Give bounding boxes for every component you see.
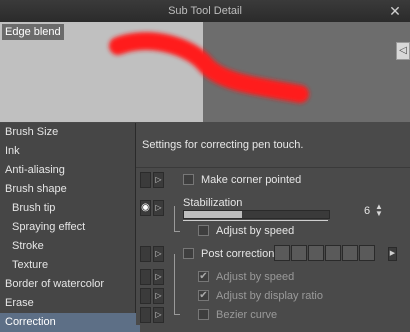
- expand-toggle[interactable]: ▷: [153, 307, 164, 323]
- row-adjust-by-speed: Adjust by speed: [136, 222, 410, 241]
- sidebar-item-brush-tip[interactable]: Brush tip: [0, 199, 147, 218]
- stabilization-label: Stabilization: [183, 197, 243, 209]
- adjust-by-display-ratio-label: Adjust by display ratio: [216, 290, 323, 302]
- row-adjust-by-display-ratio: ▷ ✔ Adjust by display ratio: [136, 287, 410, 306]
- adjust-by-speed-checkbox[interactable]: [198, 225, 209, 236]
- slider-fill: [184, 211, 242, 218]
- adjust-by-display-ratio-checkbox[interactable]: ✔: [198, 290, 209, 301]
- sidebar-item-border-of-watercolor[interactable]: Border of watercolor: [0, 275, 140, 294]
- sidebar-item-label: Ink: [5, 145, 20, 157]
- divider: [136, 167, 410, 168]
- chevron-right-icon[interactable]: ▶: [388, 247, 397, 261]
- expand-toggle[interactable]: ▷: [153, 269, 164, 285]
- sidebar-item-spraying-effect[interactable]: Spraying effect: [0, 218, 147, 237]
- settings-panel: Settings for correcting pen touch. ▷ Mak…: [136, 123, 410, 325]
- sidebar-item-stroke[interactable]: Stroke: [0, 237, 147, 256]
- visibility-toggle[interactable]: [140, 246, 151, 262]
- spin-stepper-icon[interactable]: ▲ ▼: [374, 203, 384, 219]
- row-bezier-curve: ▷ Bezier curve: [136, 306, 410, 325]
- post-correction-checkbox[interactable]: [183, 248, 194, 259]
- sidebar-item-label: Stroke: [12, 240, 44, 252]
- expand-toggle[interactable]: ▷: [153, 172, 164, 188]
- window-titlebar: Sub Tool Detail ✕: [0, 0, 410, 23]
- visibility-toggle[interactable]: [140, 288, 151, 304]
- post-correction-slot[interactable]: [308, 245, 324, 261]
- expand-toggle[interactable]: ▷: [153, 200, 164, 216]
- post-correction-label: Post correction: [201, 248, 275, 260]
- close-icon[interactable]: ✕: [386, 3, 404, 19]
- sidebar-item-label: Brush shape: [5, 183, 67, 195]
- row-adjust-by-speed-2: ▷ ✔ Adjust by speed: [136, 268, 410, 287]
- category-sidebar: Brush Size Ink Anti-aliasing Brush shape…: [0, 123, 140, 332]
- sidebar-item-label: Brush Size: [5, 126, 59, 138]
- visibility-toggle[interactable]: [140, 307, 151, 323]
- sidebar-item-label: Spraying effect: [12, 221, 86, 233]
- sidebar-item-brush-size[interactable]: Brush Size: [0, 123, 140, 142]
- make-corner-pointed-checkbox[interactable]: [183, 174, 194, 185]
- sidebar-item-label: Texture: [12, 259, 49, 271]
- bezier-curve-checkbox[interactable]: [198, 309, 209, 320]
- adjust-by-speed-2-label: Adjust by speed: [216, 271, 295, 283]
- sidebar-item-correction[interactable]: Correction: [0, 313, 140, 332]
- sidebar-item-texture[interactable]: Texture: [0, 256, 147, 275]
- post-correction-slot[interactable]: [274, 245, 290, 261]
- sidebar-item-label: Brush tip: [12, 202, 56, 214]
- post-correction-slot[interactable]: [291, 245, 307, 261]
- adjust-by-speed-2-checkbox[interactable]: ✔: [198, 271, 209, 282]
- visibility-toggle[interactable]: [140, 269, 151, 285]
- sidebar-item-anti-aliasing[interactable]: Anti-aliasing: [0, 161, 140, 180]
- row-make-corner-pointed: ▷ Make corner pointed: [136, 171, 410, 190]
- sidebar-item-label: Border of watercolor: [5, 278, 105, 290]
- sidebar-item-label: Erase: [5, 297, 34, 309]
- preview-toggle-button[interactable]: ◁: [396, 42, 410, 60]
- eye-icon[interactable]: ◉: [140, 200, 151, 216]
- post-correction-slot[interactable]: [359, 245, 375, 261]
- expand-toggle[interactable]: ▷: [153, 246, 164, 262]
- expand-toggle[interactable]: ▷: [153, 288, 164, 304]
- brush-preview: Edge blend ◁: [0, 22, 410, 122]
- post-correction-slot[interactable]: [325, 245, 341, 261]
- slider-scale: [183, 220, 328, 221]
- sidebar-item-ink[interactable]: Ink: [0, 142, 140, 161]
- stabilization-value: 6: [364, 205, 371, 217]
- sidebar-item-label: Anti-aliasing: [5, 164, 65, 176]
- preview-label: Edge blend: [2, 24, 64, 40]
- make-corner-pointed-label: Make corner pointed: [201, 174, 302, 186]
- window-title: Sub Tool Detail: [168, 5, 242, 17]
- sidebar-item-label: Correction: [5, 316, 56, 328]
- adjust-by-speed-label: Adjust by speed: [216, 225, 295, 237]
- stabilization-slider[interactable]: [183, 210, 330, 219]
- sidebar-item-erase[interactable]: Erase: [0, 294, 140, 313]
- sidebar-item-brush-shape[interactable]: Brush shape: [0, 180, 140, 199]
- post-correction-slot[interactable]: [342, 245, 358, 261]
- visibility-toggle[interactable]: [140, 172, 151, 188]
- bezier-curve-label: Bezier curve: [216, 309, 278, 321]
- brush-stroke: [109, 32, 309, 103]
- settings-description: Settings for correcting pen touch.: [142, 139, 304, 151]
